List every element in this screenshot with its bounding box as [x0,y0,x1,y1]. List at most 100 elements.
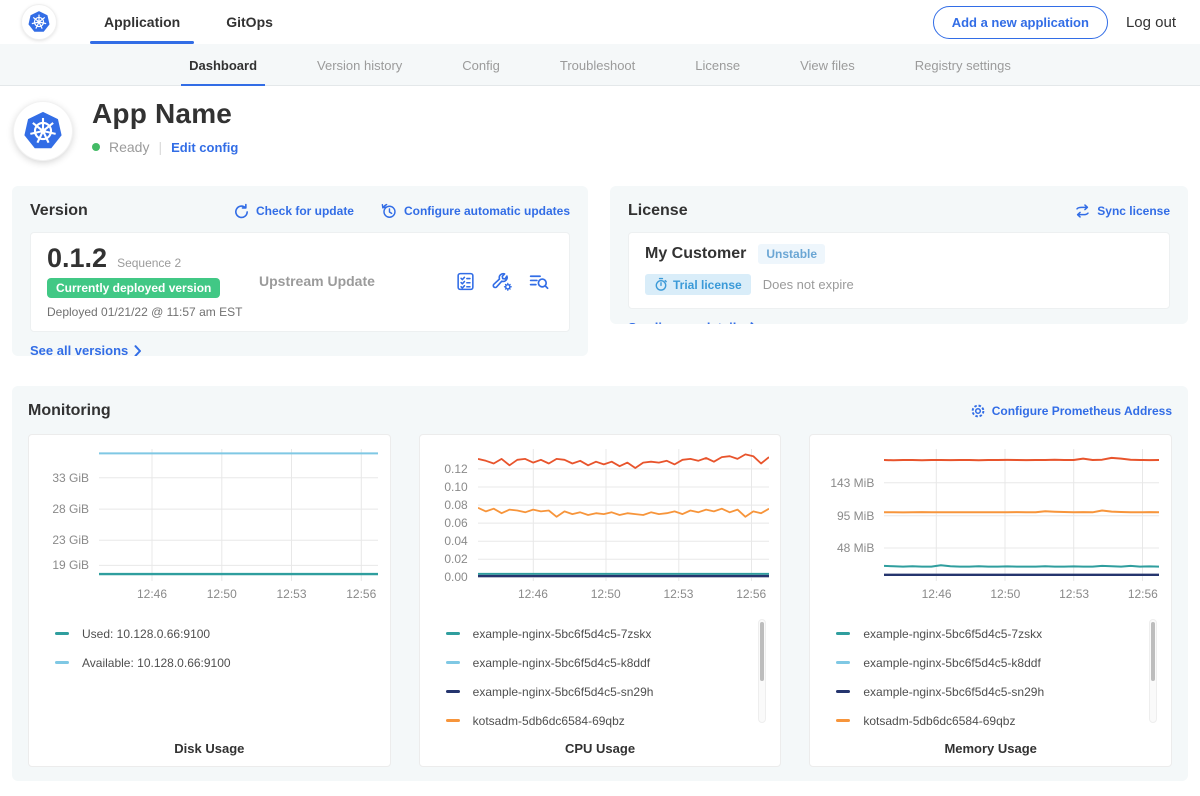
chevron-right-icon [134,345,142,357]
legend-label: Available: 10.128.0.66:9100 [82,656,231,670]
y-tick-label: 33 GiB [52,471,89,485]
nav-tab-gitops[interactable]: GitOps [210,0,289,44]
add-application-button[interactable]: Add a new application [933,6,1108,39]
x-tick-label: 12:53 [656,587,700,601]
tab-config[interactable]: Config [460,44,502,86]
legend-item: kotsadm-5db6dc6584-69qbz [446,706,769,735]
monitoring-panel: Monitoring Configure Prometheus Address … [12,386,1188,781]
legend-label: example-nginx-5bc6f5d4c5-sn29h [473,685,654,699]
y-tick-label: 0.04 [444,534,467,548]
customer-name: My Customer [645,245,746,263]
x-tick-label: 12:56 [339,587,383,601]
tab-version-history[interactable]: Version history [315,44,404,86]
y-tick-label: 0.06 [444,516,467,530]
gear-icon [970,403,986,419]
x-tick-label: 12:46 [511,587,555,601]
y-tick-label: 48 MiB [837,541,874,555]
x-axis-labels: 12:4612:5012:5312:56 [99,581,378,603]
app-sub-nav: Dashboard Version history Config Trouble… [0,44,1200,86]
legend-item: kotsadm-5db6dc6584-69qbz [836,706,1159,735]
legend-item: example-nginx-5bc6f5d4c5-7zskx [836,619,1159,648]
trial-license-badge: Trial license [645,274,751,295]
configure-automatic-updates-link[interactable]: Configure automatic updates [380,202,570,220]
version-number: 0.1.2 [47,243,107,273]
legend-swatch [836,719,850,722]
top-nav: Application GitOps Add a new application… [0,0,1200,44]
version-source-label: Upstream Update [259,273,455,289]
y-axis-labels: 33 GiB 28 GiB 23 GiB 19 GiB [41,449,99,581]
configure-prometheus-link[interactable]: Configure Prometheus Address [970,403,1172,419]
license-panel-title: License [628,202,688,220]
license-expiry-label: Does not expire [763,277,854,292]
y-tick-label: 95 MiB [837,509,874,523]
x-tick-label: 12:50 [983,587,1027,601]
legend-label: example-nginx-5bc6f5d4c5-k8ddf [473,656,650,670]
app-logo-icon [14,102,72,160]
legend-scrollbar[interactable] [1149,619,1157,723]
logout-link[interactable]: Log out [1126,14,1176,31]
see-license-details-link[interactable]: See license details [628,320,758,324]
memory-usage-chart: 143 MiB95 MiB48 MiB 12:4612:5012:5312:56… [809,434,1172,767]
chart-title: Memory Usage [822,741,1159,756]
refresh-icon [233,203,250,220]
legend-swatch [446,719,460,722]
legend-label: example-nginx-5bc6f5d4c5-sn29h [863,685,1044,699]
tab-registry-settings[interactable]: Registry settings [913,44,1013,86]
legend-label: kotsadm-5db6dc6584-69qbz [473,714,625,728]
sequence-label: Sequence 2 [117,256,181,270]
legend-label: example-nginx-5bc6f5d4c5-7zskx [863,627,1042,641]
x-tick-label: 12:56 [729,587,773,601]
plot-area [884,449,1159,581]
tab-view-files[interactable]: View files [798,44,857,86]
check-for-update-link[interactable]: Check for update [233,203,354,220]
view-diff-icon[interactable] [528,271,549,292]
y-tick-label: 19 GiB [52,558,89,572]
tab-dashboard[interactable]: Dashboard [187,44,259,86]
y-tick-label: 0.02 [444,552,467,566]
divider: | [158,139,162,155]
plot-area [99,449,378,581]
legend-swatch [836,661,850,664]
edit-config-link[interactable]: Edit config [171,140,238,155]
page-title: App Name [92,98,238,130]
y-tick-label: 0.08 [444,498,467,512]
y-tick-label: 23 GiB [52,533,89,547]
kubernetes-logo-icon[interactable] [22,5,56,39]
status-label: Ready [109,139,149,155]
x-tick-label: 12:56 [1121,587,1165,601]
y-tick-label: 28 GiB [52,502,89,516]
legend-label: Used: 10.128.0.66:9100 [82,627,210,641]
app-header: App Name Ready | Edit config [0,86,1200,180]
stopwatch-icon [654,277,668,292]
see-all-versions-link[interactable]: See all versions [30,343,142,356]
currently-deployed-badge: Currently deployed version [47,278,220,298]
legend-swatch [836,632,850,635]
disk-usage-chart: 33 GiB 28 GiB 23 GiB 19 GiB 12:4612:5012:53… [28,434,391,767]
x-tick-label: 12:50 [200,587,244,601]
status-dot [92,143,100,151]
x-axis-labels: 12:4612:5012:5312:56 [884,581,1159,603]
x-axis-labels: 12:4612:5012:5312:56 [478,581,769,603]
y-tick-label: 0.10 [444,480,467,494]
tab-troubleshoot[interactable]: Troubleshoot [558,44,637,86]
y-tick-label: 0.00 [444,570,467,584]
y-tick-label: 0.12 [444,462,467,476]
current-version-card: 0.1.2 Sequence 2 Currently deployed vers… [30,232,570,332]
version-panel-title: Version [30,202,88,220]
legend-swatch [55,632,69,635]
sync-license-link[interactable]: Sync license [1074,203,1170,219]
legend-item: example-nginx-5bc6f5d4c5-7zskx [446,619,769,648]
legend-item: Available: 10.128.0.66:9100 [55,648,378,677]
config-wrench-icon[interactable] [491,271,513,292]
y-axis-labels: 0.12 0.10 0.08 0.06 0.04 0.02 0.00 [432,449,478,581]
schedule-icon [380,202,398,220]
nav-tab-application[interactable]: Application [88,0,196,44]
chart-title: Disk Usage [41,741,378,756]
chart-legend: example-nginx-5bc6f5d4c5-7zskx example-ng… [836,619,1159,735]
x-tick-label: 12:46 [915,587,959,601]
y-tick-label: 143 MiB [830,476,874,490]
tab-license[interactable]: License [693,44,742,86]
legend-swatch [55,661,69,664]
legend-scrollbar[interactable] [758,619,766,723]
release-notes-icon[interactable] [455,271,476,292]
